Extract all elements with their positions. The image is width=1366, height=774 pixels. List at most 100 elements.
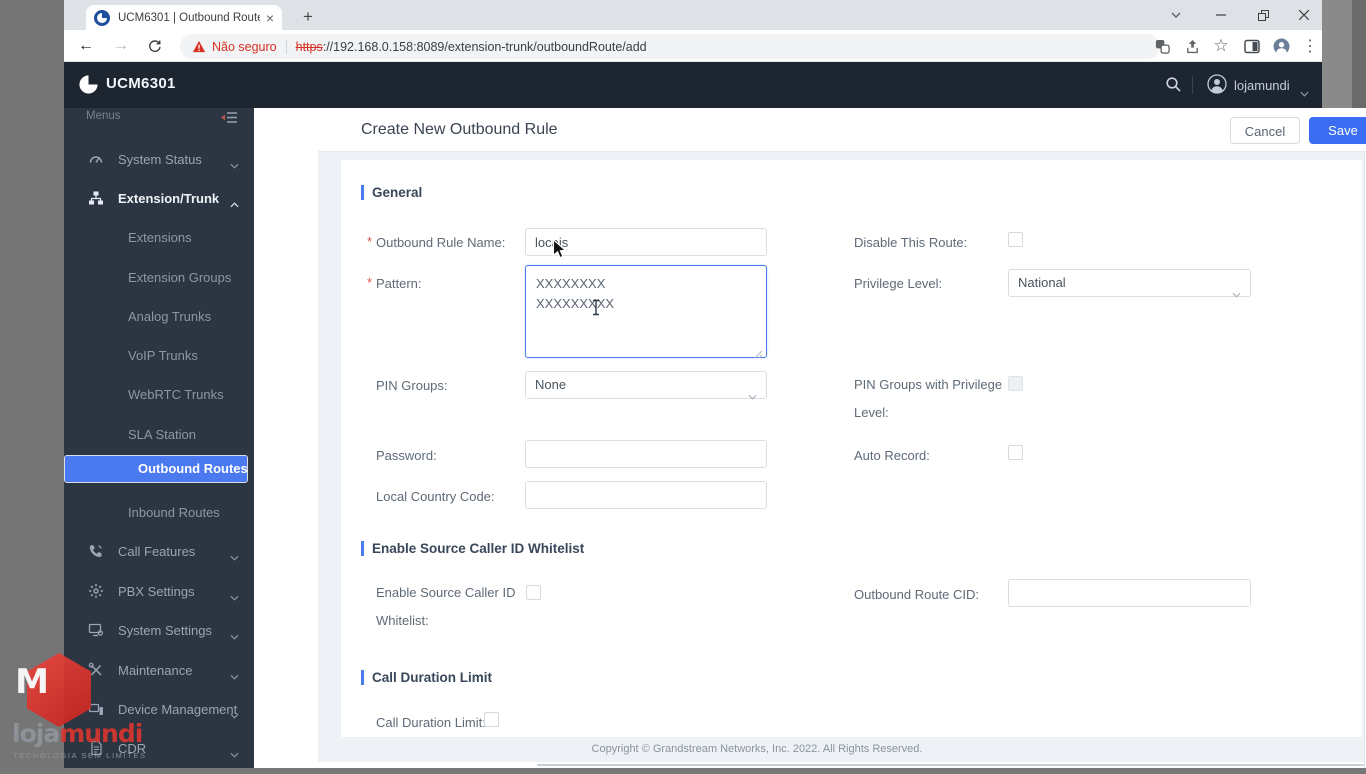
app-brand: UCM6301: [106, 75, 176, 92]
outbound-rule-name-label: Outbound Rule Name:: [376, 235, 506, 250]
split-view-icon[interactable]: [1239, 33, 1265, 59]
pin-groups-label: PIN Groups:: [376, 378, 448, 393]
monitor-gear-icon: [88, 622, 104, 638]
collapse-menu-icon[interactable]: [220, 111, 238, 129]
search-icon[interactable]: [1165, 76, 1182, 98]
gear-icon: [88, 583, 104, 599]
auto-record-label: Auto Record:: [854, 448, 930, 463]
disable-route-label: Disable This Route:: [854, 235, 968, 250]
sidebar-item-system-settings[interactable]: System Settings: [64, 612, 254, 648]
address-bar[interactable]: Não seguro https ://192.168.0.158:8089/e…: [180, 34, 1160, 59]
main-content: Create New Outbound Rule Cancel Save Gen…: [318, 108, 1366, 768]
translate-icon[interactable]: [1149, 33, 1175, 59]
url-scheme: https: [295, 39, 323, 54]
sidebar-item-voip-trunks[interactable]: VoIP Trunks: [64, 337, 254, 373]
save-button[interactable]: Save: [1309, 117, 1366, 144]
resize-handle-icon[interactable]: [754, 346, 763, 364]
profile-avatar-icon[interactable]: [1268, 33, 1294, 59]
privilege-level-label: Privilege Level:: [854, 276, 943, 291]
back-button[interactable]: ←: [73, 33, 99, 59]
bookmark-star-icon[interactable]: ☆: [1208, 33, 1234, 59]
form-scroll-area: General * Outbound Rule Name: Disable Th…: [318, 152, 1366, 768]
chevron-down-icon: [230, 627, 239, 645]
outbound-route-cid-input[interactable]: [1008, 579, 1251, 607]
select-chevron-icon: [1232, 281, 1241, 307]
privilege-level-select[interactable]: National: [1008, 269, 1251, 298]
page-footer: Copyright © Grandstream Networks, Inc. 2…: [318, 737, 1364, 762]
tab-close-icon[interactable]: ×: [266, 11, 274, 25]
document-icon: [88, 740, 104, 756]
copyright-text: Copyright © Grandstream Networks, Inc. 2…: [591, 743, 923, 755]
reload-button[interactable]: [141, 33, 167, 59]
chevron-down-icon: [230, 548, 239, 566]
chevron-down-icon: [230, 745, 239, 763]
password-input[interactable]: [525, 440, 767, 468]
window-restore-button[interactable]: [1249, 4, 1277, 26]
user-avatar-icon[interactable]: [1207, 74, 1227, 99]
enable-whitelist-checkbox[interactable]: [526, 585, 541, 600]
chevron-down-icon: [230, 588, 239, 606]
call-duration-limit-checkbox[interactable]: [484, 712, 499, 727]
menus-label: Menus: [86, 110, 121, 122]
cancel-button[interactable]: Cancel: [1230, 117, 1300, 144]
page-title: Create New Outbound Rule: [361, 121, 558, 138]
gauge-icon: [88, 151, 104, 167]
sidebar-item-device-management[interactable]: Device Management: [64, 691, 254, 727]
app-header: UCM6301: [64, 62, 1322, 108]
section-header-whitelist: Enable Source Caller ID Whitelist: [361, 541, 584, 556]
sidebar-item-sla-station[interactable]: SLA Station: [64, 416, 254, 452]
browser-menu-icon[interactable]: ⋮: [1297, 33, 1323, 59]
section-header-general: General: [361, 185, 422, 200]
window-close-button[interactable]: [1290, 4, 1318, 26]
sidebar-item-analog-trunks[interactable]: Analog Trunks: [64, 298, 254, 334]
tab-title: UCM6301 | Outbound Routes: [118, 11, 260, 24]
required-marker: *: [367, 275, 373, 290]
sidebar-item-webrtc-trunks[interactable]: WebRTC Trunks: [64, 376, 254, 412]
sidebar-item-extension-groups[interactable]: Extension Groups: [64, 259, 254, 295]
window-minimize-button[interactable]: [1207, 4, 1235, 26]
form-panel: General * Outbound Rule Name: Disable Th…: [341, 160, 1362, 737]
sitemap-icon: [88, 190, 104, 206]
pin-groups-select[interactable]: None: [525, 371, 767, 400]
new-tab-button[interactable]: +: [296, 5, 320, 29]
pattern-textarea[interactable]: XXXXXXXX XXXXXXXXX: [525, 265, 767, 358]
sidebar-item-outbound-routes[interactable]: Outbound Routes: [64, 455, 248, 483]
sidebar-item-call-features[interactable]: Call Features: [64, 533, 254, 569]
security-warning-label[interactable]: Não seguro: [212, 40, 277, 54]
url-text: ://192.168.0.158:8089/extension-trunk/ou…: [322, 39, 647, 54]
grandstream-logo-icon: [78, 74, 99, 100]
local-country-code-input[interactable]: [525, 481, 767, 509]
pattern-label: Pattern:: [376, 276, 422, 291]
sidebar-item-extension-trunk[interactable]: Extension/Trunk: [64, 180, 254, 216]
disable-route-checkbox[interactable]: [1008, 232, 1023, 247]
sidebar-item-maintenance[interactable]: Maintenance: [64, 652, 254, 688]
pin-groups-privilege-checkbox[interactable]: [1008, 376, 1023, 391]
forward-button[interactable]: →: [108, 33, 134, 59]
chevron-down-icon: [230, 667, 239, 685]
chevron-up-icon: [230, 195, 239, 213]
local-country-code-label: Local Country Code:: [376, 489, 495, 504]
sidebar-item-cdr[interactable]: CDR: [64, 730, 254, 766]
call-duration-limit-label: Call Duration Limit:: [376, 715, 486, 730]
auto-record-checkbox[interactable]: [1008, 445, 1023, 460]
pin-groups-privilege-label: PIN Groups with Privilege Level:: [854, 377, 1003, 420]
warning-icon: [192, 40, 206, 53]
username-label[interactable]: lojamundi: [1234, 78, 1290, 93]
section-header-duration: Call Duration Limit: [361, 670, 492, 685]
share-icon[interactable]: [1179, 33, 1205, 59]
sidebar-item-extensions[interactable]: Extensions: [64, 219, 254, 255]
horizontal-scrollbar-thumb[interactable]: [537, 764, 1364, 766]
horizontal-scrollbar[interactable]: [318, 762, 1364, 768]
page-titlebar: Create New Outbound Rule Cancel Save: [318, 108, 1366, 152]
user-menu-chevron-icon[interactable]: [1300, 84, 1309, 102]
tab-search-icon[interactable]: [1162, 4, 1190, 26]
enable-whitelist-label: Enable Source Caller ID Whitelist:: [376, 585, 516, 628]
browser-tab[interactable]: UCM6301 | Outbound Routes ×: [86, 5, 282, 30]
sidebar-item-inbound-routes[interactable]: Inbound Routes: [64, 494, 254, 530]
outbound-rule-name-input[interactable]: [525, 228, 767, 256]
outbound-route-cid-label: Outbound Route CID:: [854, 587, 980, 602]
chevron-down-icon: [230, 156, 239, 174]
sidebar-item-system-status[interactable]: System Status: [64, 141, 254, 177]
chevron-down-icon: [230, 706, 239, 724]
sidebar-item-pbx-settings[interactable]: PBX Settings: [64, 573, 254, 609]
